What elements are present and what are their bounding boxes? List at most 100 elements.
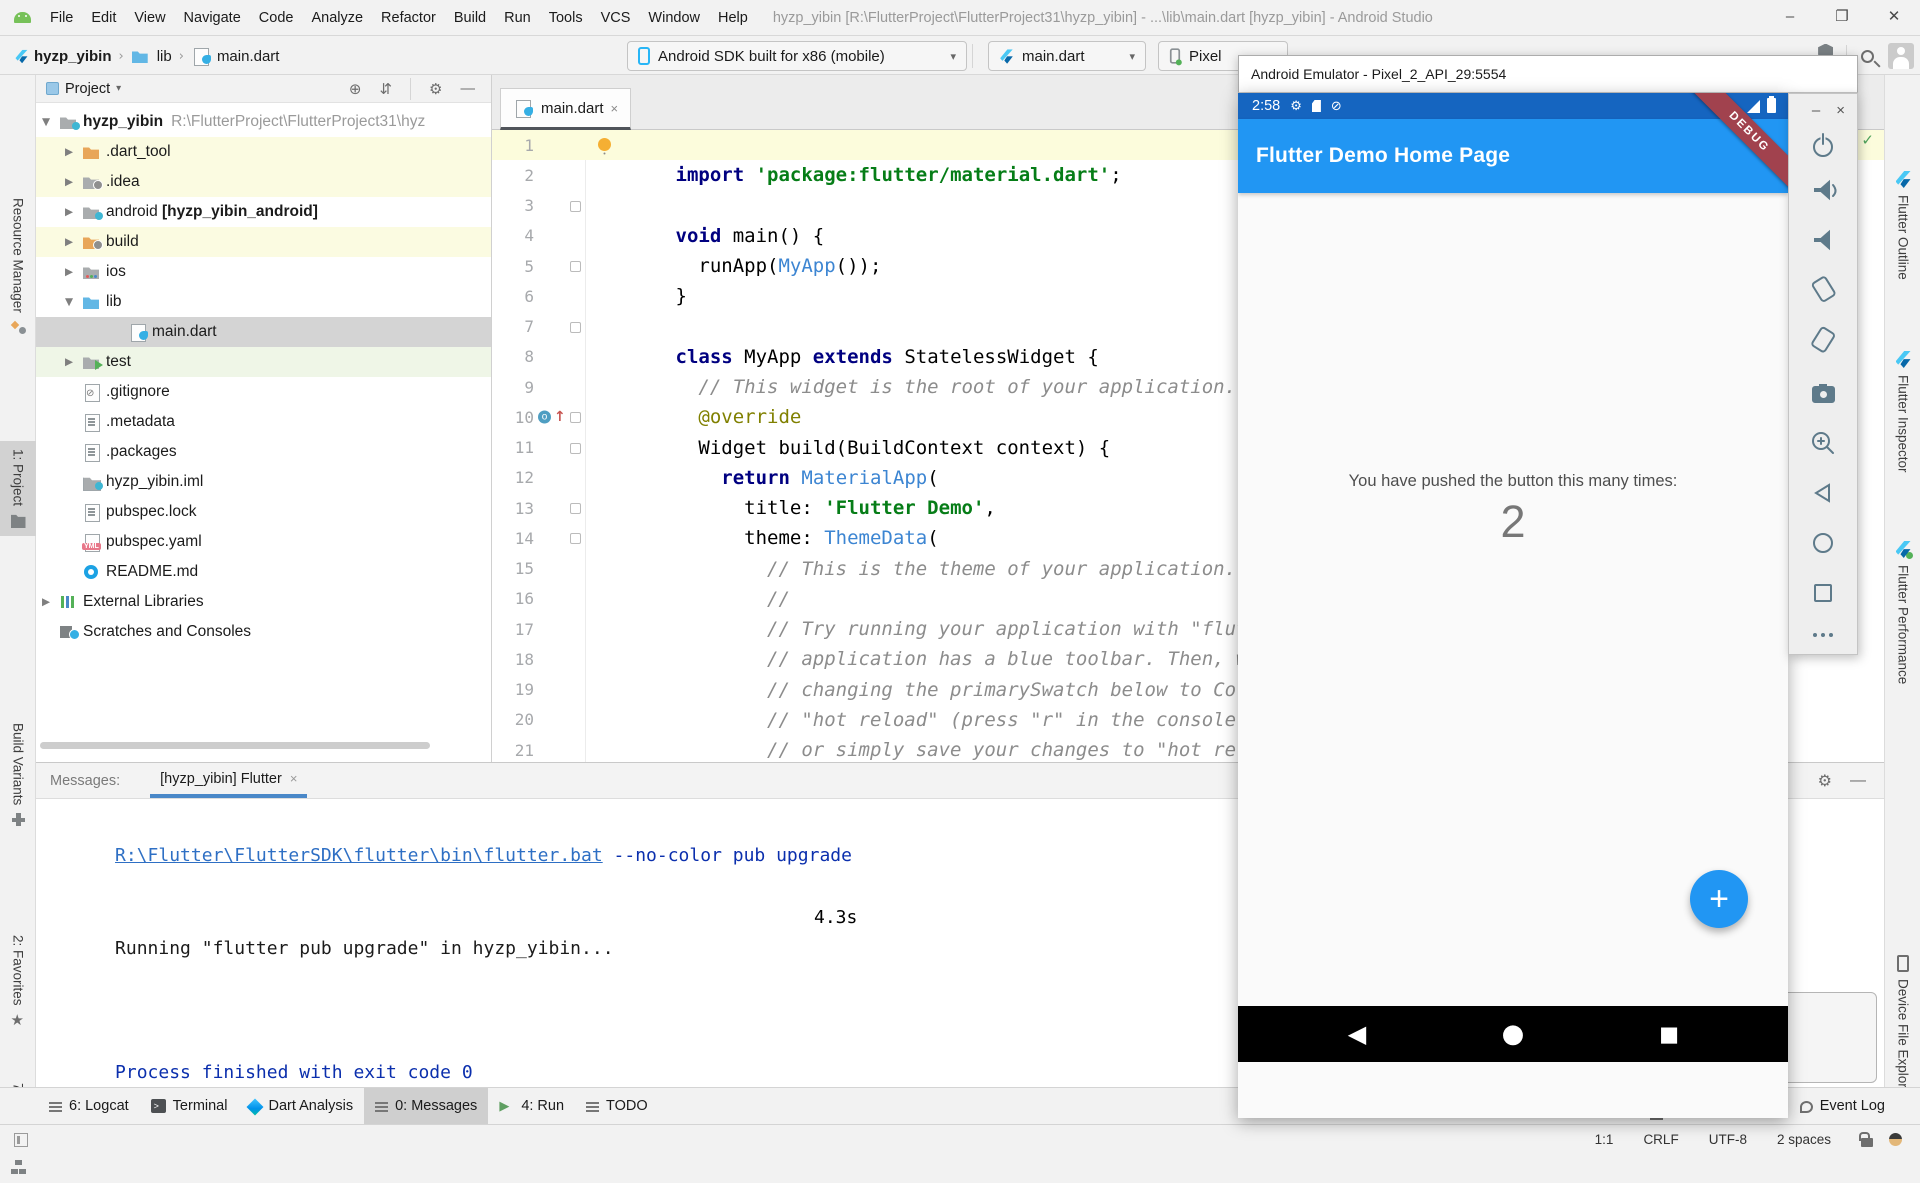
fold-gutter[interactable] xyxy=(534,463,584,493)
fold-gutter[interactable] xyxy=(534,433,584,463)
tool-window-stripe-toggle-icon[interactable] xyxy=(14,1133,28,1147)
tree-row[interactable]: pubspec.lock xyxy=(36,497,491,527)
expand-arrow[interactable]: ▶ xyxy=(42,596,59,608)
breadcrumb-item[interactable]: lib xyxy=(131,48,172,65)
emulator-minimize-button[interactable]: – xyxy=(1812,102,1820,119)
expand-arrow[interactable]: ▶ xyxy=(65,236,82,248)
run-configuration-dropdown[interactable]: main.dart ▾ xyxy=(988,41,1146,71)
tool-window-button[interactable]: 6: Logcat xyxy=(38,1088,140,1124)
fold-gutter[interactable] xyxy=(534,372,584,402)
menu-item[interactable]: File xyxy=(41,0,82,36)
fold-gutter[interactable] xyxy=(534,221,584,251)
tree-row[interactable]: Scratches and Consoles xyxy=(36,617,491,647)
horizontal-scrollbar[interactable] xyxy=(40,742,430,749)
tool-strip-resource-manager[interactable]: Resource Manager xyxy=(0,190,36,343)
tool-window-button[interactable]: ▶ 4: Run xyxy=(488,1088,575,1124)
event-log-button[interactable]: Event Log xyxy=(1789,1098,1896,1114)
inspections-ok-icon[interactable]: ✓ xyxy=(1861,131,1874,149)
tool-window-button[interactable]: Dart Analysis xyxy=(238,1088,364,1124)
tool-window-button[interactable]: 0: Messages xyxy=(364,1088,488,1124)
menu-item[interactable]: View xyxy=(125,0,174,36)
fold-gutter[interactable] xyxy=(534,614,584,644)
tool-strip-flutter-performance[interactable]: Flutter Performance xyxy=(1885,533,1920,692)
tool-strip-favorites[interactable]: 2: Favorites ★ xyxy=(0,927,36,1036)
menu-item[interactable]: Analyze xyxy=(302,0,372,36)
menu-item[interactable]: Run xyxy=(495,0,540,36)
device-selector-dropdown[interactable]: Android SDK built for x86 (mobile) ▾ xyxy=(627,41,967,71)
fold-gutter[interactable] xyxy=(534,735,584,762)
fold-gutter[interactable] xyxy=(534,281,584,311)
profile-avatar[interactable] xyxy=(1888,43,1914,69)
fold-gutter[interactable] xyxy=(534,705,584,735)
increment-fab-button[interactable]: + xyxy=(1690,870,1748,928)
expand-arrow[interactable]: ▶ xyxy=(65,266,82,278)
expand-arrow[interactable]: ▶ xyxy=(65,356,82,368)
emulator-toolbar-icons[interactable] xyxy=(1789,123,1857,653)
expand-arrow[interactable]: ▼ xyxy=(42,116,59,128)
fold-gutter[interactable] xyxy=(534,644,584,674)
tree-row[interactable]: ▶ android [hyzp_yibin_android] xyxy=(36,197,491,227)
tool-strip-project[interactable]: 1: Project xyxy=(0,441,36,536)
expand-arrow[interactable]: ▶ xyxy=(65,146,82,158)
close-tab-icon[interactable]: × xyxy=(611,101,619,116)
flutter-bat-link[interactable]: R:\Flutter\FlutterSDK\flutter\bin\flutte… xyxy=(115,845,603,866)
tool-strip-device-file-explorer[interactable]: Device File Explorer xyxy=(1885,947,1920,1108)
tree-row[interactable]: ▶ ios xyxy=(36,257,491,287)
fold-gutter[interactable] xyxy=(534,160,584,190)
nav-back-button[interactable]: ◀ xyxy=(1329,1020,1385,1048)
menu-item[interactable]: Tools xyxy=(540,0,592,36)
search-icon[interactable] xyxy=(1861,50,1874,63)
fold-gutter[interactable] xyxy=(534,584,584,614)
tree-row[interactable]: ▼ hyzp_yibin R:\FlutterProject\FlutterPr… xyxy=(36,107,491,137)
fold-gutter[interactable] xyxy=(534,523,584,553)
emulator-title-bar[interactable]: Android Emulator - Pixel_2_API_29:5554 xyxy=(1238,55,1858,93)
menu-item[interactable]: Window xyxy=(639,0,709,36)
maximize-button[interactable]: ❐ xyxy=(1816,0,1868,36)
status-item[interactable]: 2 spaces xyxy=(1777,1132,1831,1147)
menu-item[interactable]: Edit xyxy=(82,0,125,36)
tree-row[interactable]: pubspec.yaml xyxy=(36,527,491,557)
tree-row[interactable]: ▼ lib xyxy=(36,287,491,317)
fold-gutter[interactable] xyxy=(534,675,584,705)
tool-window-button[interactable]: TODO xyxy=(575,1088,659,1124)
tree-row[interactable]: ▶ .idea xyxy=(36,167,491,197)
close-tab-icon[interactable]: × xyxy=(290,771,298,786)
emulator-close-button[interactable]: × xyxy=(1836,102,1845,119)
locate-file-icon[interactable]: ⊕ xyxy=(349,80,362,98)
menu-item[interactable]: VCS xyxy=(592,0,640,36)
breadcrumb-item[interactable]: hyzp_yibin xyxy=(14,48,112,65)
fold-gutter[interactable] xyxy=(534,130,584,160)
status-item[interactable]: 1:1 xyxy=(1595,1132,1614,1147)
tree-row[interactable]: hyzp_yibin.iml xyxy=(36,467,491,497)
fold-gutter[interactable] xyxy=(534,312,584,342)
tree-row[interactable]: main.dart xyxy=(36,317,491,347)
tool-strip-flutter-inspector[interactable]: Flutter Inspector xyxy=(1885,343,1920,481)
gear-icon[interactable]: ⚙ xyxy=(429,80,442,98)
project-view-selector[interactable]: Project xyxy=(65,81,110,97)
menu-item[interactable]: Build xyxy=(445,0,495,36)
minimize-button[interactable]: – xyxy=(1764,0,1816,36)
tree-row[interactable]: ▶ External Libraries xyxy=(36,587,491,617)
fold-gutter[interactable] xyxy=(534,342,584,372)
fold-gutter[interactable] xyxy=(534,251,584,281)
tree-row[interactable]: ▶ build xyxy=(36,227,491,257)
nav-recents-button[interactable]: ■ xyxy=(1641,1022,1697,1046)
menu-item[interactable]: Refactor xyxy=(372,0,445,36)
tree-row[interactable]: ▶ .dart_tool xyxy=(36,137,491,167)
status-item[interactable]: UTF-8 xyxy=(1709,1132,1747,1147)
close-button[interactable]: ✕ xyxy=(1868,0,1920,36)
menu-item[interactable]: Code xyxy=(250,0,303,36)
collapse-all-icon[interactable]: ⇵ xyxy=(379,80,392,98)
nav-home-button[interactable]: ● xyxy=(1485,1019,1541,1049)
tool-strip-flutter-outline[interactable]: Flutter Outline xyxy=(1885,163,1920,288)
tool-window-button[interactable]: > Terminal xyxy=(140,1088,239,1124)
expand-arrow[interactable]: ▶ xyxy=(65,176,82,188)
tree-row[interactable]: .gitignore xyxy=(36,377,491,407)
menu-item[interactable]: Navigate xyxy=(175,0,250,36)
tool-strip-build-variants[interactable]: Build Variants xyxy=(0,715,36,835)
status-item[interactable]: CRLF xyxy=(1643,1132,1678,1147)
menu-item[interactable]: Help xyxy=(709,0,757,36)
fold-gutter[interactable] xyxy=(534,493,584,523)
breadcrumb-item[interactable]: main.dart xyxy=(191,48,280,65)
tab-main-dart[interactable]: main.dart × xyxy=(500,88,631,130)
